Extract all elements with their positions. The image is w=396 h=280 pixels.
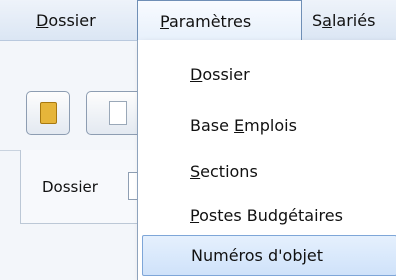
dossier-label: Dossier (42, 178, 98, 196)
menu-salaries-key: a (322, 11, 332, 30)
menu-parametres-post: aramètres (168, 12, 252, 31)
menu-parametres[interactable]: Paramètres (137, 0, 302, 41)
menu-item-base-emplois-post: mplois (244, 116, 297, 135)
menu-item-dossier[interactable]: Dossier (138, 55, 396, 95)
menu-salaries-pre: S (312, 11, 323, 30)
menu-salaries[interactable]: Salariés (312, 0, 375, 41)
menu-item-postes-budgetaires[interactable]: Postes Budgétaires (138, 196, 396, 236)
menu-parametres-key: P (160, 12, 169, 31)
menu-dossier-post: ossier (48, 11, 96, 30)
menu-item-dossier-post: ossier (202, 65, 250, 84)
menu-item-postes-budgetaires-key: P (190, 206, 200, 225)
parametres-dropdown: Dossier Base Emplois Sections Postes Bud… (137, 40, 396, 280)
menu-item-sections[interactable]: Sections (138, 152, 396, 192)
menu-item-base-emplois[interactable]: Base Emplois (138, 106, 396, 146)
menu-salaries-post: lariés (331, 11, 376, 30)
menu-item-base-emplois-key: E (234, 116, 245, 135)
menu-dossier[interactable]: Dossier (36, 0, 96, 41)
menu-bar: Dossier Paramètres Salariés (0, 0, 396, 41)
document-icon (109, 101, 127, 125)
menu-item-sections-key: S (190, 162, 201, 181)
menu-item-sections-post: ections (200, 162, 258, 181)
menu-item-numeros-objet[interactable]: Numéros d'objet (142, 235, 396, 276)
folder-icon (40, 102, 57, 124)
menu-item-base-emplois-pre: Base (190, 116, 235, 135)
menu-dossier-key: D (36, 11, 49, 30)
menu-item-numeros-objet-pre: Numéros d'objet (191, 246, 324, 265)
menu-item-dossier-key: D (190, 65, 203, 84)
menu-item-postes-budgetaires-post: ostes Budgétaires (199, 206, 343, 225)
folder-button[interactable] (26, 91, 70, 135)
